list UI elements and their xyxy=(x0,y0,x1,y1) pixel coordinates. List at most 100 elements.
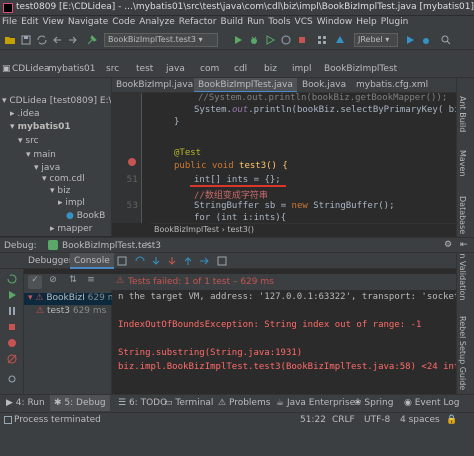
restore-layout-icon[interactable] xyxy=(116,255,128,267)
menu-help[interactable]: Help xyxy=(354,16,379,28)
tool-database[interactable]: Database xyxy=(458,196,467,234)
menu-navigate[interactable]: Navigate xyxy=(66,16,110,28)
caret-position[interactable]: 51:22 xyxy=(300,415,326,425)
tool-rebel-setup-guide[interactable]: Rebel Setup Guide xyxy=(458,316,467,390)
jrebel-run-icon[interactable] xyxy=(404,34,416,46)
tree-item-bookb[interactable]: ● BookB xyxy=(66,211,105,223)
tree-item-com-cdl[interactable]: ▾ com.cdl xyxy=(42,174,85,186)
mute-breakpoints-icon[interactable] xyxy=(6,353,18,365)
back-arrow-icon[interactable] xyxy=(52,34,64,46)
search-everywhere-icon[interactable] xyxy=(440,34,452,46)
tab-book[interactable]: Book.java xyxy=(298,78,350,92)
menu-build[interactable]: Build xyxy=(219,16,246,28)
tree-item-impl[interactable]: ▸ impl xyxy=(58,198,85,210)
debug-icon[interactable] xyxy=(248,34,260,46)
build-hammer-icon[interactable] xyxy=(86,34,98,46)
jrebel-select[interactable]: JRebel ▾ xyxy=(354,33,398,47)
show-ignored-icon[interactable]: ⊘ xyxy=(46,275,60,289)
tab-debugger[interactable]: Debugger xyxy=(28,256,73,266)
tool-terminal[interactable]: ▭ Terminal xyxy=(164,398,213,408)
coverage-icon[interactable] xyxy=(264,34,276,46)
tool-spring[interactable]: ❀ Spring xyxy=(354,398,393,408)
tab-mybatis-cfg[interactable]: mybatis.cfg.xml xyxy=(352,78,432,92)
tree-item-main[interactable]: ▾ main xyxy=(26,150,56,162)
tab-bookbizimpltest[interactable]: BookBizImplTest.java xyxy=(194,78,297,92)
open-folder-icon[interactable] xyxy=(4,34,16,46)
crumb-impl[interactable]: impl xyxy=(292,64,311,74)
breadcrumb-method[interactable]: test3() xyxy=(227,225,254,234)
rerun-icon[interactable] xyxy=(6,273,18,285)
crumb-com[interactable]: com xyxy=(200,64,219,74)
tree-item-mybatis01[interactable]: ▾ mybatis01 xyxy=(10,122,71,134)
force-step-into-icon[interactable] xyxy=(166,255,178,267)
step-over-icon[interactable] xyxy=(134,255,146,267)
expand-all-icon[interactable]: ≡ xyxy=(84,275,98,289)
tab-bookbizimpl[interactable]: BookBizImpl.java xyxy=(112,78,197,92)
run-icon[interactable] xyxy=(232,34,244,46)
hide-panel-icon[interactable]: ⇤ xyxy=(460,240,468,250)
test-case-row[interactable]: ⚠ test3 629 ms xyxy=(36,306,106,318)
status-toggle-icon[interactable] xyxy=(4,416,12,424)
tree-item-idea[interactable]: ▸ .idea xyxy=(10,109,40,121)
crumb-src[interactable]: src xyxy=(106,64,119,74)
crumb-biz[interactable]: biz xyxy=(264,64,277,74)
jrebel-debug-icon[interactable] xyxy=(420,34,432,46)
crumb-mybatis01[interactable]: mybatis01 xyxy=(48,64,96,74)
menu-plugin[interactable]: Plugin xyxy=(379,16,411,28)
step-out-icon[interactable] xyxy=(182,255,194,267)
stop-debug-icon[interactable] xyxy=(6,321,18,333)
pause-icon[interactable] xyxy=(6,305,18,317)
console-output[interactable]: n the target VM, address: '127.0.0.1:633… xyxy=(112,290,456,394)
menu-vcs[interactable]: VCS xyxy=(293,16,315,28)
crumb-cdlidea[interactable]: CDLidea xyxy=(12,64,50,74)
sort-alpha-icon[interactable]: ⇅ xyxy=(66,275,80,289)
menu-view[interactable]: View xyxy=(41,16,66,28)
menu-tools[interactable]: Tools xyxy=(266,16,292,28)
tool-event-log[interactable]: ◉ Event Log xyxy=(404,398,459,408)
profile-icon[interactable] xyxy=(280,34,292,46)
tool-todo[interactable]: ☰ 6: TODO xyxy=(118,398,167,408)
crumb-cdl[interactable]: cdl xyxy=(234,64,247,74)
project-structure-icon[interactable] xyxy=(316,34,328,46)
menu-code[interactable]: Code xyxy=(110,16,137,28)
tab-console[interactable]: Console xyxy=(70,253,114,269)
line-separator[interactable]: CRLF xyxy=(332,415,355,425)
step-into-icon[interactable] xyxy=(150,255,162,267)
tool-problems[interactable]: ⚠ Problems xyxy=(218,398,270,408)
run-configuration-select[interactable]: BookBizImplTest.test3 ▾ xyxy=(104,33,218,47)
menu-analyze[interactable]: Analyze xyxy=(137,16,176,28)
tree-item-biz[interactable]: ▾ biz xyxy=(50,186,70,198)
indent-setting[interactable]: 4 spaces xyxy=(400,415,440,425)
test-suite-row[interactable]: ▾ ⚠ BookBizI 629 ms xyxy=(24,293,121,305)
menu-refactor[interactable]: Refactor xyxy=(177,16,219,28)
tool-debug[interactable]: ✱ 5: Debug xyxy=(50,395,110,411)
save-all-icon[interactable] xyxy=(20,34,32,46)
tree-item-mapper[interactable]: ▸ mapper xyxy=(50,224,92,236)
run-test-gutter-icon[interactable] xyxy=(127,157,137,167)
show-passed-checkmark-icon[interactable]: ✓ xyxy=(28,275,42,289)
settings-gear-icon[interactable]: ⚙ xyxy=(444,240,452,250)
menu-edit[interactable]: Edit xyxy=(19,16,40,28)
menu-run[interactable]: Run xyxy=(245,16,266,28)
sync-icon[interactable] xyxy=(36,34,48,46)
breadcrumb-class[interactable]: BookBizImplTest xyxy=(154,225,219,234)
view-breakpoints-icon[interactable] xyxy=(6,337,18,349)
tool-java-enterprise[interactable]: ☕ Java Enterprise xyxy=(276,398,355,408)
stop-icon[interactable] xyxy=(296,34,308,46)
crumb-java[interactable]: java xyxy=(166,64,185,74)
editor[interactable]: //System.out.println(bookBiz.getBookMapp… xyxy=(112,93,474,223)
tool-run[interactable]: ▶ 4: Run xyxy=(6,398,45,408)
forward-arrow-icon[interactable] xyxy=(66,34,78,46)
tree-item-src[interactable]: ▾ src xyxy=(18,136,39,148)
tool-ant-build[interactable]: Ant Build xyxy=(458,96,467,132)
lock-icon[interactable]: 🔒 xyxy=(446,415,457,425)
tool-maven[interactable]: Maven xyxy=(458,150,467,177)
crumb-test[interactable]: test xyxy=(136,64,153,74)
run-to-cursor-icon[interactable] xyxy=(198,255,210,267)
menu-window[interactable]: Window xyxy=(315,16,355,28)
debug-settings-icon[interactable] xyxy=(6,373,18,385)
resume-icon[interactable] xyxy=(6,289,18,301)
crumb-class[interactable]: BookBizImplTest xyxy=(324,64,397,74)
jrebel-icon[interactable] xyxy=(334,34,346,46)
menu-file[interactable]: File xyxy=(0,16,19,28)
